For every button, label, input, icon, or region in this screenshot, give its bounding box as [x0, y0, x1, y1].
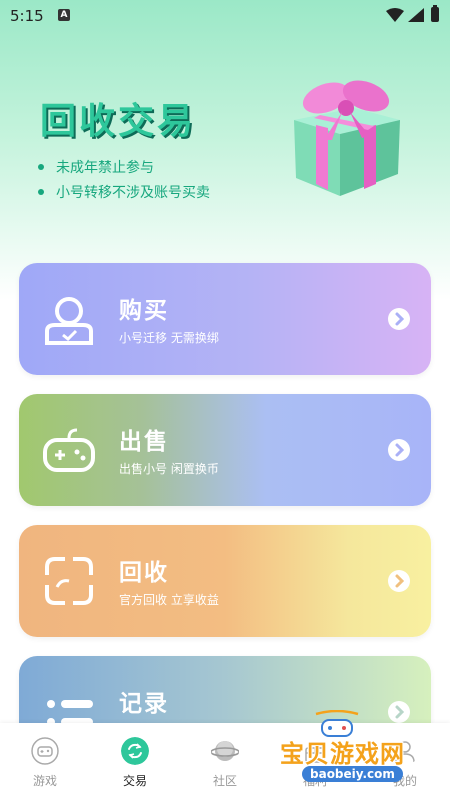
game-icon — [31, 737, 59, 765]
gift-box-icon — [294, 80, 400, 196]
bullet-icon — [38, 163, 44, 170]
card-subtitle: 出售小号 闲置换币 — [119, 462, 219, 476]
tab-label: 社区 — [212, 774, 237, 788]
chevron-right-icon[interactable] — [388, 439, 410, 461]
tab-community[interactable]: 社区 — [180, 723, 270, 800]
card-subtitle: 官方回收 立享收益 — [119, 593, 219, 607]
watermark-logo: 宝贝游戏网 baobeiy.com — [272, 704, 422, 796]
notice-text: 小号转移不涉及账号买卖 — [56, 184, 210, 201]
status-bar: 5:15 A — [0, 0, 450, 32]
chevron-right-icon[interactable] — [388, 308, 410, 330]
notice-item: 小号转移不涉及账号买卖 — [38, 179, 210, 204]
tab-label: 交易 — [122, 774, 147, 788]
recycle-card[interactable]: 回收 官方回收 立享收益 — [19, 525, 431, 637]
card-title: 购买 — [119, 298, 169, 324]
exchange-icon — [121, 737, 149, 765]
watermark-text: 宝贝游戏网 — [280, 740, 405, 768]
card-title: 回收 — [119, 560, 169, 586]
battery-icon — [431, 5, 439, 22]
gamepad-icon — [43, 428, 95, 472]
card-subtitle: 小号迁移 无需换绑 — [119, 331, 219, 345]
notice-text: 未成年禁止参与 — [56, 159, 154, 176]
watermark-url: baobeiy.com — [302, 766, 403, 782]
buy-card[interactable]: 购买 小号迁移 无需换绑 — [19, 263, 431, 375]
planet-icon — [211, 741, 239, 761]
user-icon — [45, 297, 93, 345]
recycle-icon — [45, 557, 93, 605]
card-title: 出售 — [119, 429, 169, 455]
notification-icon: A — [58, 9, 70, 21]
tab-trade[interactable]: 交易 — [90, 723, 180, 800]
wifi-icon — [386, 8, 404, 22]
tab-label: 游戏 — [32, 774, 57, 788]
notice-item: 未成年禁止参与 — [38, 154, 210, 179]
bullet-icon — [38, 188, 44, 195]
notice-list: 未成年禁止参与 小号转移不涉及账号买卖 — [38, 154, 210, 204]
page-title: 回收交易 — [40, 101, 197, 142]
signal-icon — [408, 8, 424, 22]
chevron-right-icon[interactable] — [388, 570, 410, 592]
status-time: 5:15 — [10, 7, 44, 25]
card-title: 记录 — [119, 691, 169, 717]
sell-card[interactable]: 出售 出售小号 闲置换币 — [19, 394, 431, 506]
tab-games[interactable]: 游戏 — [0, 723, 90, 800]
